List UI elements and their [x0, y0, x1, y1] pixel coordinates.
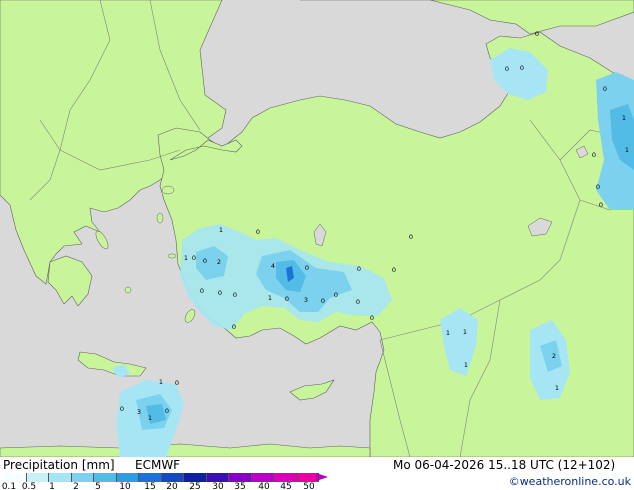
island-naxos [124, 286, 132, 294]
precipitation-map: 00 00101001 0020014 0 0 00 0 0 01 0 3 0 0001 12110131… [0, 0, 634, 457]
point-value: 1 [555, 384, 559, 392]
point-value: 0 [175, 379, 179, 387]
scale-swatch [184, 473, 207, 482]
point-value: 0 [192, 254, 196, 262]
point-value: 1 [219, 226, 223, 234]
scale-swatch [161, 473, 184, 482]
copyright-link[interactable]: ©weatheronline.co.uk [509, 475, 631, 488]
point-value: 1 [625, 146, 629, 154]
model-name: ECMWF [135, 458, 181, 472]
point-value: 0 [596, 183, 600, 191]
scale-tick-label: 2 [73, 482, 79, 490]
point-value: 2 [552, 352, 556, 360]
point-value: 0 [305, 264, 309, 272]
point-value: 1 [268, 294, 272, 302]
color-scale-ticks: 0.1 0.5 1 2 5 10 15 20 25 30 35 40 45 50 [0, 482, 340, 490]
point-value: 0 [409, 233, 413, 241]
scale-tick-label: 5 [95, 482, 101, 490]
scale-swatch [94, 473, 117, 482]
scale-tick-label: 1 [49, 482, 55, 490]
point-value: 3 [304, 296, 308, 304]
scale-swatch [116, 473, 139, 482]
point-value: 1 [464, 361, 468, 369]
point-value: 1 [159, 378, 163, 386]
point-value: 0 [592, 151, 596, 159]
scale-tick-label: 30 [212, 482, 224, 490]
map-title: Precipitation [mm] [3, 458, 115, 472]
point-value: 0 [203, 257, 207, 265]
point-value: 0 [334, 291, 338, 299]
point-value: 1 [463, 328, 467, 336]
island-chios [156, 212, 164, 224]
scale-tick-label: 0.1 [1, 482, 17, 490]
point-value: 0 [392, 266, 396, 274]
point-value: 0 [357, 265, 361, 273]
color-scale-arrow [316, 473, 328, 481]
scale-tick-label: 40 [258, 482, 270, 490]
point-value: 0 [218, 289, 222, 297]
scale-swatch [139, 473, 162, 482]
point-value: 0 [165, 407, 169, 415]
scale-swatch [251, 473, 274, 482]
precipitation-map-page: 0000101001002001400000001030000112110131… [0, 0, 634, 490]
island-samos [167, 253, 177, 259]
scale-swatch [26, 473, 49, 482]
scale-tick-label: 35 [234, 482, 246, 490]
point-value: 4 [271, 262, 275, 270]
scale-swatch [71, 473, 94, 482]
scale-swatch [49, 473, 72, 482]
point-value: 0 [505, 65, 509, 73]
scale-tick-label: 15 [144, 482, 156, 490]
point-value: 1 [622, 114, 626, 122]
scale-swatch [274, 473, 297, 482]
point-value: 0 [535, 30, 539, 38]
point-value: 2 [217, 258, 221, 266]
scale-tick-label: 20 [166, 482, 178, 490]
scale-tick-label: 45 [280, 482, 292, 490]
point-value: 0 [233, 291, 237, 299]
scale-swatch [206, 473, 229, 482]
point-value: 0 [200, 287, 204, 295]
scale-swatch [229, 473, 252, 482]
color-scale-bar [4, 473, 319, 482]
point-value: 0 [232, 323, 236, 331]
valid-time-label: Mo 06-04-2026 15..18 UTC (12+102) [393, 458, 616, 472]
point-value: 0 [599, 201, 603, 209]
point-value: 1 [148, 414, 152, 422]
point-value: 0 [603, 85, 607, 93]
island-lesbos [161, 185, 175, 195]
point-value: 0 [256, 228, 260, 236]
point-value: 1 [446, 329, 450, 337]
point-value: 0 [356, 298, 360, 306]
scale-tick-label: 50 [303, 482, 315, 490]
map-footer: Precipitation [mm] ECMWF Mo 06-04-2026 1… [0, 457, 634, 490]
point-value: 0 [285, 295, 289, 303]
scale-tick-label: 10 [119, 482, 131, 490]
scale-tick-label: 25 [189, 482, 201, 490]
point-value: 0 [370, 314, 374, 322]
point-value: 0 [120, 405, 124, 413]
point-value: 0 [321, 297, 325, 305]
point-value: 0 [520, 64, 524, 72]
scale-swatch [4, 473, 27, 482]
point-value: 1 [184, 254, 188, 262]
point-value: 3 [137, 408, 141, 416]
scale-tick-label: 0.5 [21, 482, 37, 490]
